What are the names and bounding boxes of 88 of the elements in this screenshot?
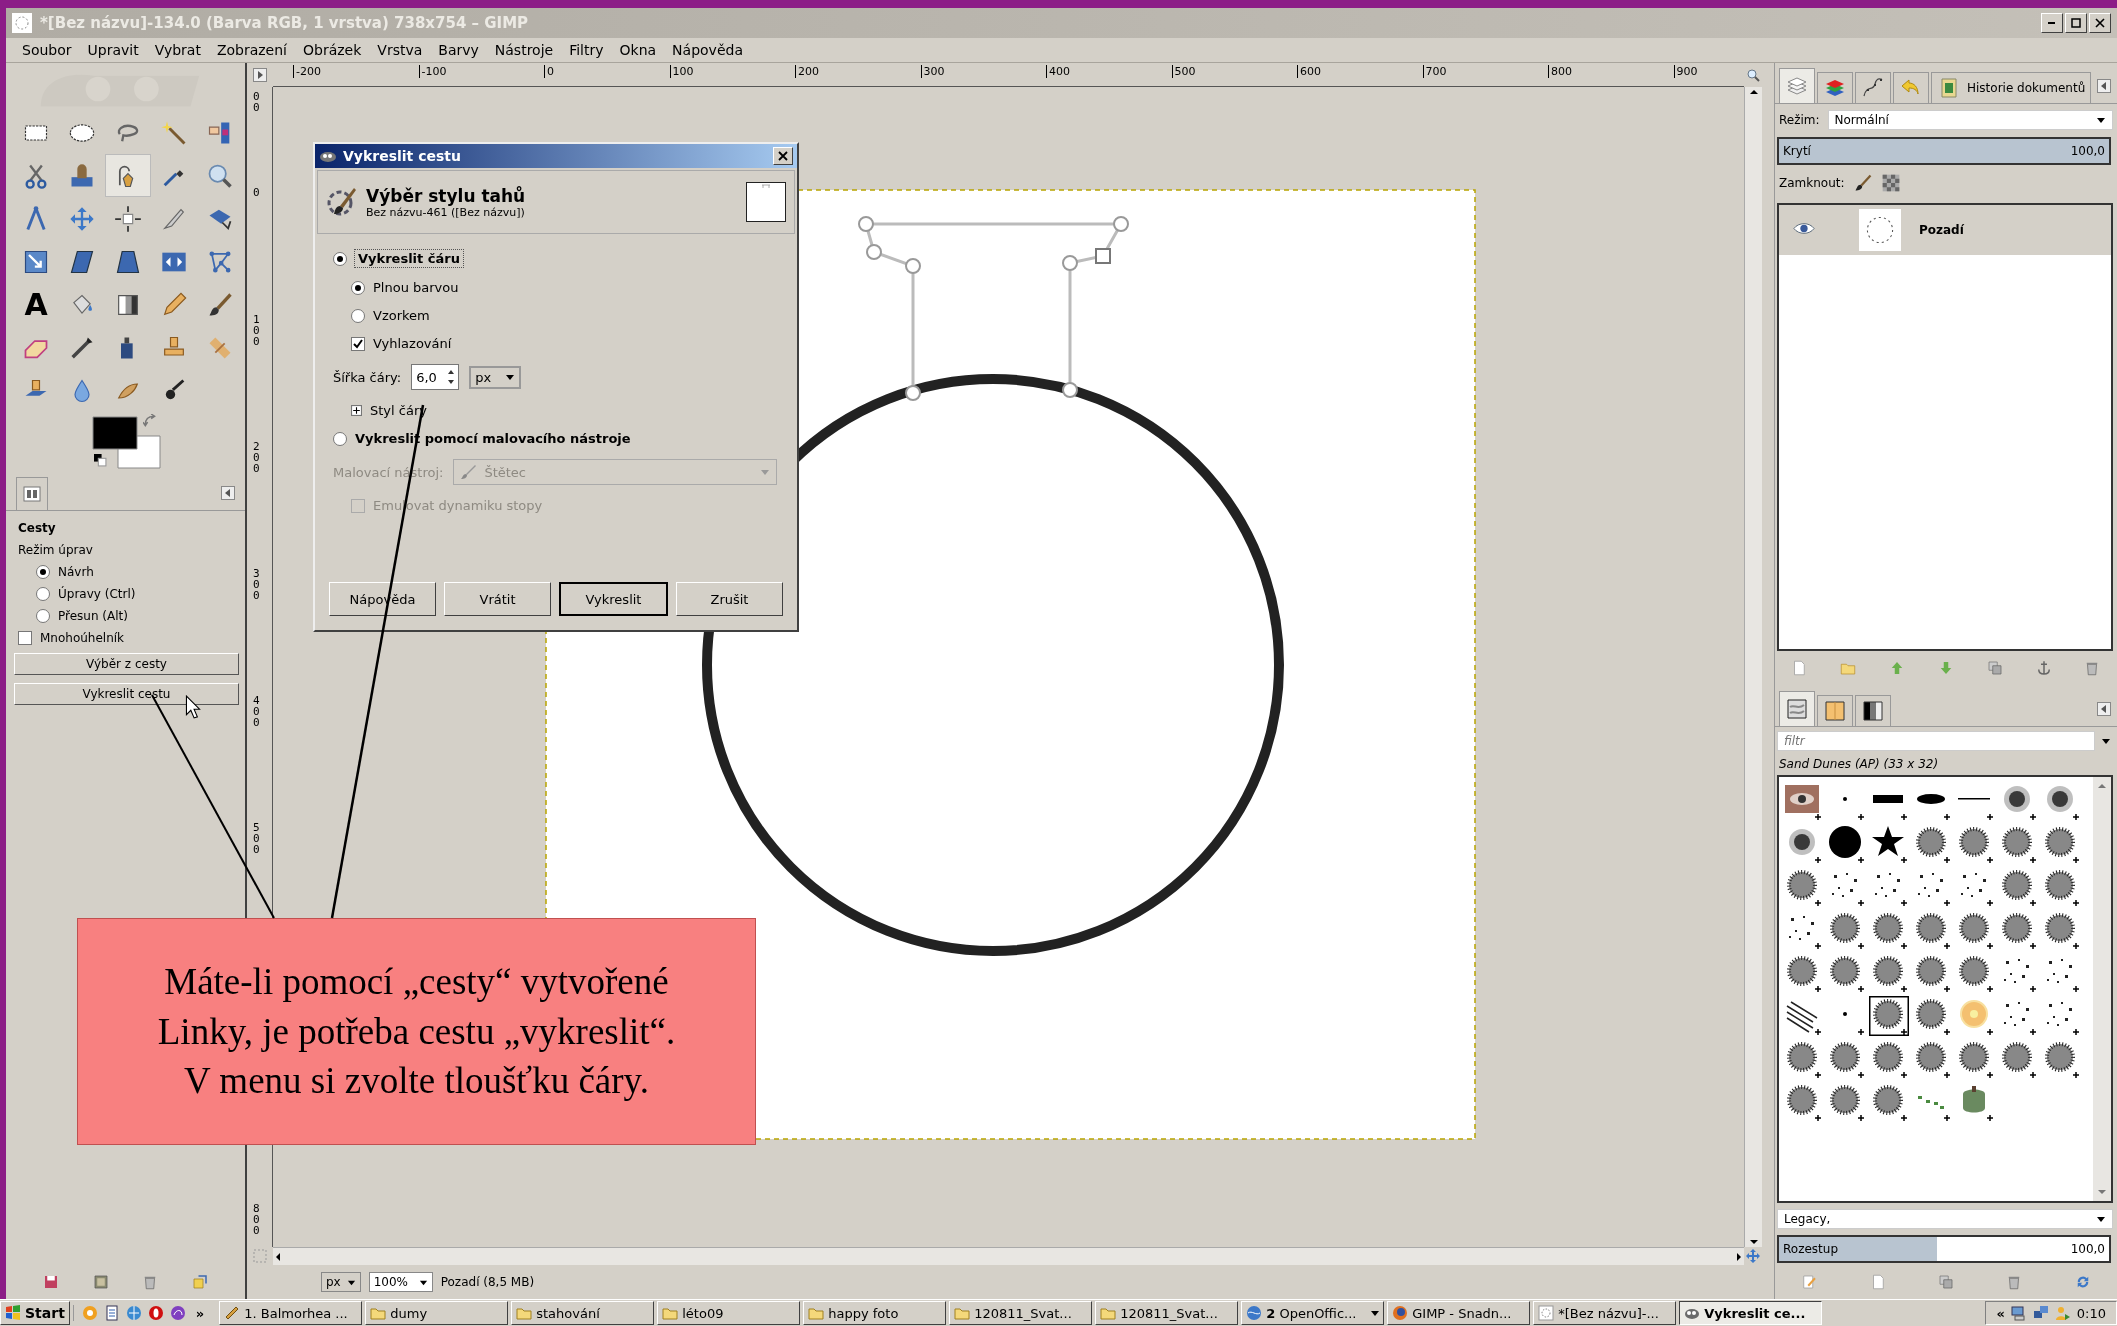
start-button[interactable]: Start [0,1301,70,1325]
ruler-label: 400 [1046,65,1070,78]
zoom-dropdown[interactable]: 100% [368,1272,433,1292]
taskbar-button[interactable]: 120811_Svat... [949,1301,1093,1325]
clock: 0:10 [2076,1305,2106,1321]
slider-value: 100,0 [2069,1242,2106,1257]
ruler-label: 300 [920,65,945,78]
field-label: Šířka čáry: [333,369,402,385]
ruler-label: 800 [253,1203,260,1236]
status-text: Pozadí (8,5 MB) [440,1275,535,1289]
filter-field[interactable]: filtr [1777,731,2095,752]
unit-dropdown[interactable]: px [469,365,522,389]
ruler-label: 600 [1297,65,1321,78]
slider-value: 100,0 [2069,144,2106,159]
ruler-label: 0 [253,187,260,198]
slider-label: Krytí [1782,144,1812,159]
menu-item[interactable]: Okna [611,42,665,58]
taskbar-button[interactable]: *[Bez názvu]-... [1533,1301,1677,1325]
dock-tab[interactable]: Historie dokumentů [1931,71,2092,103]
menu-item[interactable]: Filtry [561,42,612,58]
checkbox-label: Mnohoúhelník [40,631,125,645]
tray-expand-button[interactable]: « [1996,1305,2005,1321]
dialog-title: Vykreslit cestu [343,148,462,164]
radio-label: Plnou barvou [373,280,459,295]
ruler-label: 300 [253,568,260,601]
taskbar-button[interactable]: stahování [511,1301,655,1325]
taskbar-button[interactable]: 1. Balmorhea ... [219,1301,363,1325]
menu-item[interactable]: Zobrazení [208,42,295,58]
checkbox-label: Vyhlazování [373,336,452,351]
opacity-slider[interactable]: Krytí 100,0 [1777,137,2111,166]
width-spinbox[interactable]: 6,0 [411,364,460,390]
dialog-heading: Výběr stylu tahů [366,185,527,206]
ruler-label: -100 [418,65,447,78]
radio-label: Vykreslit čáru [355,250,463,267]
dialog-button[interactable]: Zrušit [676,582,783,616]
tool-button[interactable]: A [13,283,59,326]
ruler-label: 900 [1673,65,1698,78]
radio-label: Úpravy (Ctrl) [58,587,136,601]
menu-item[interactable]: Vrstva [369,42,431,58]
ruler-label: 100 [253,314,260,347]
ruler-label: 500 [1171,65,1196,78]
ruler-label: 00 [253,91,260,113]
ruler-label: 400 [253,695,260,728]
panel-button[interactable]: Vykreslit cestu [14,683,239,705]
menu-item[interactable]: Barvy [430,42,487,58]
section-label: Režim úprav [18,543,93,557]
ruler-label: 200 [253,441,260,474]
ruler-label: 200 [795,65,819,78]
ruler-label: 700 [1422,65,1447,78]
taskbar-button[interactable]: 120811_Svat... [1095,1301,1239,1325]
ruler-label: -200 [293,65,321,78]
layer-row[interactable]: Pozadí [1779,204,2111,255]
radio-label: Vzorkem [373,308,430,323]
dialog-button[interactable]: Vykreslit [559,582,668,616]
taskbar-button[interactable]: GIMP - Snadn... [1387,1301,1531,1325]
dialog-button[interactable]: Vrátit [444,582,551,616]
taskbar-button[interactable]: 2 OpenOffic... [1241,1301,1385,1325]
taskbar-button[interactable]: dumy [365,1301,509,1325]
ruler-label: 100 [669,65,694,78]
menu-item[interactable]: Nápověda [664,42,751,58]
spacing-slider[interactable]: Rozestup 100,0 [1777,1235,2111,1263]
menu-item[interactable]: Soubor [14,42,80,58]
menu-item[interactable]: Obrázek [295,42,370,58]
callout-note: Máte-li pomocí „cesty“ vytvořené Linky, je potřeba cestu „vykreslit“. V menu si zvolte tloušťku čáry. [77,918,756,1145]
menu-item[interactable]: Upravit [79,42,147,58]
ruler-label: 500 [253,822,260,855]
brush-name: Sand Dunes (AP) (33 x 32) [1778,756,1940,774]
panel-title: Cesty [18,521,56,535]
menu-item[interactable]: Vybrat [146,42,209,58]
mode-dropdown[interactable]: Normální [1827,109,2113,130]
tag-dropdown[interactable]: Legacy, [1777,1209,2113,1230]
ruler-label: 0 [544,65,554,78]
radio-label: Návrh [58,565,94,579]
radio-label: Přesun (Alt) [58,609,128,623]
field-label: Režim: [1779,112,1820,127]
unit-dropdown[interactable]: px [321,1272,361,1292]
field-label: Zamknout: [1779,176,1845,191]
taskbar-button[interactable]: happy foto [803,1301,947,1325]
layer-name: Pozadí [1919,222,1964,237]
slider-label: Rozestup [1782,1242,1839,1257]
taskbar-button[interactable]: léto09 [657,1301,801,1325]
taskbar-button[interactable]: Vykreslit ce... [1679,1301,1823,1325]
ruler-label: 800 [1548,65,1572,78]
window-title: *[Bez názvu]-134.0 (Barva RGB, 1 vrstva) 738x754 – GIMP [40,14,530,32]
dialog-subheading: Bez názvu-461 ([Bez názvu]) [366,205,526,219]
panel-button[interactable]: Výběr z cesty [14,653,239,675]
menu-item[interactable]: Nástroje [486,42,562,58]
more-button[interactable]: » [191,1305,209,1321]
